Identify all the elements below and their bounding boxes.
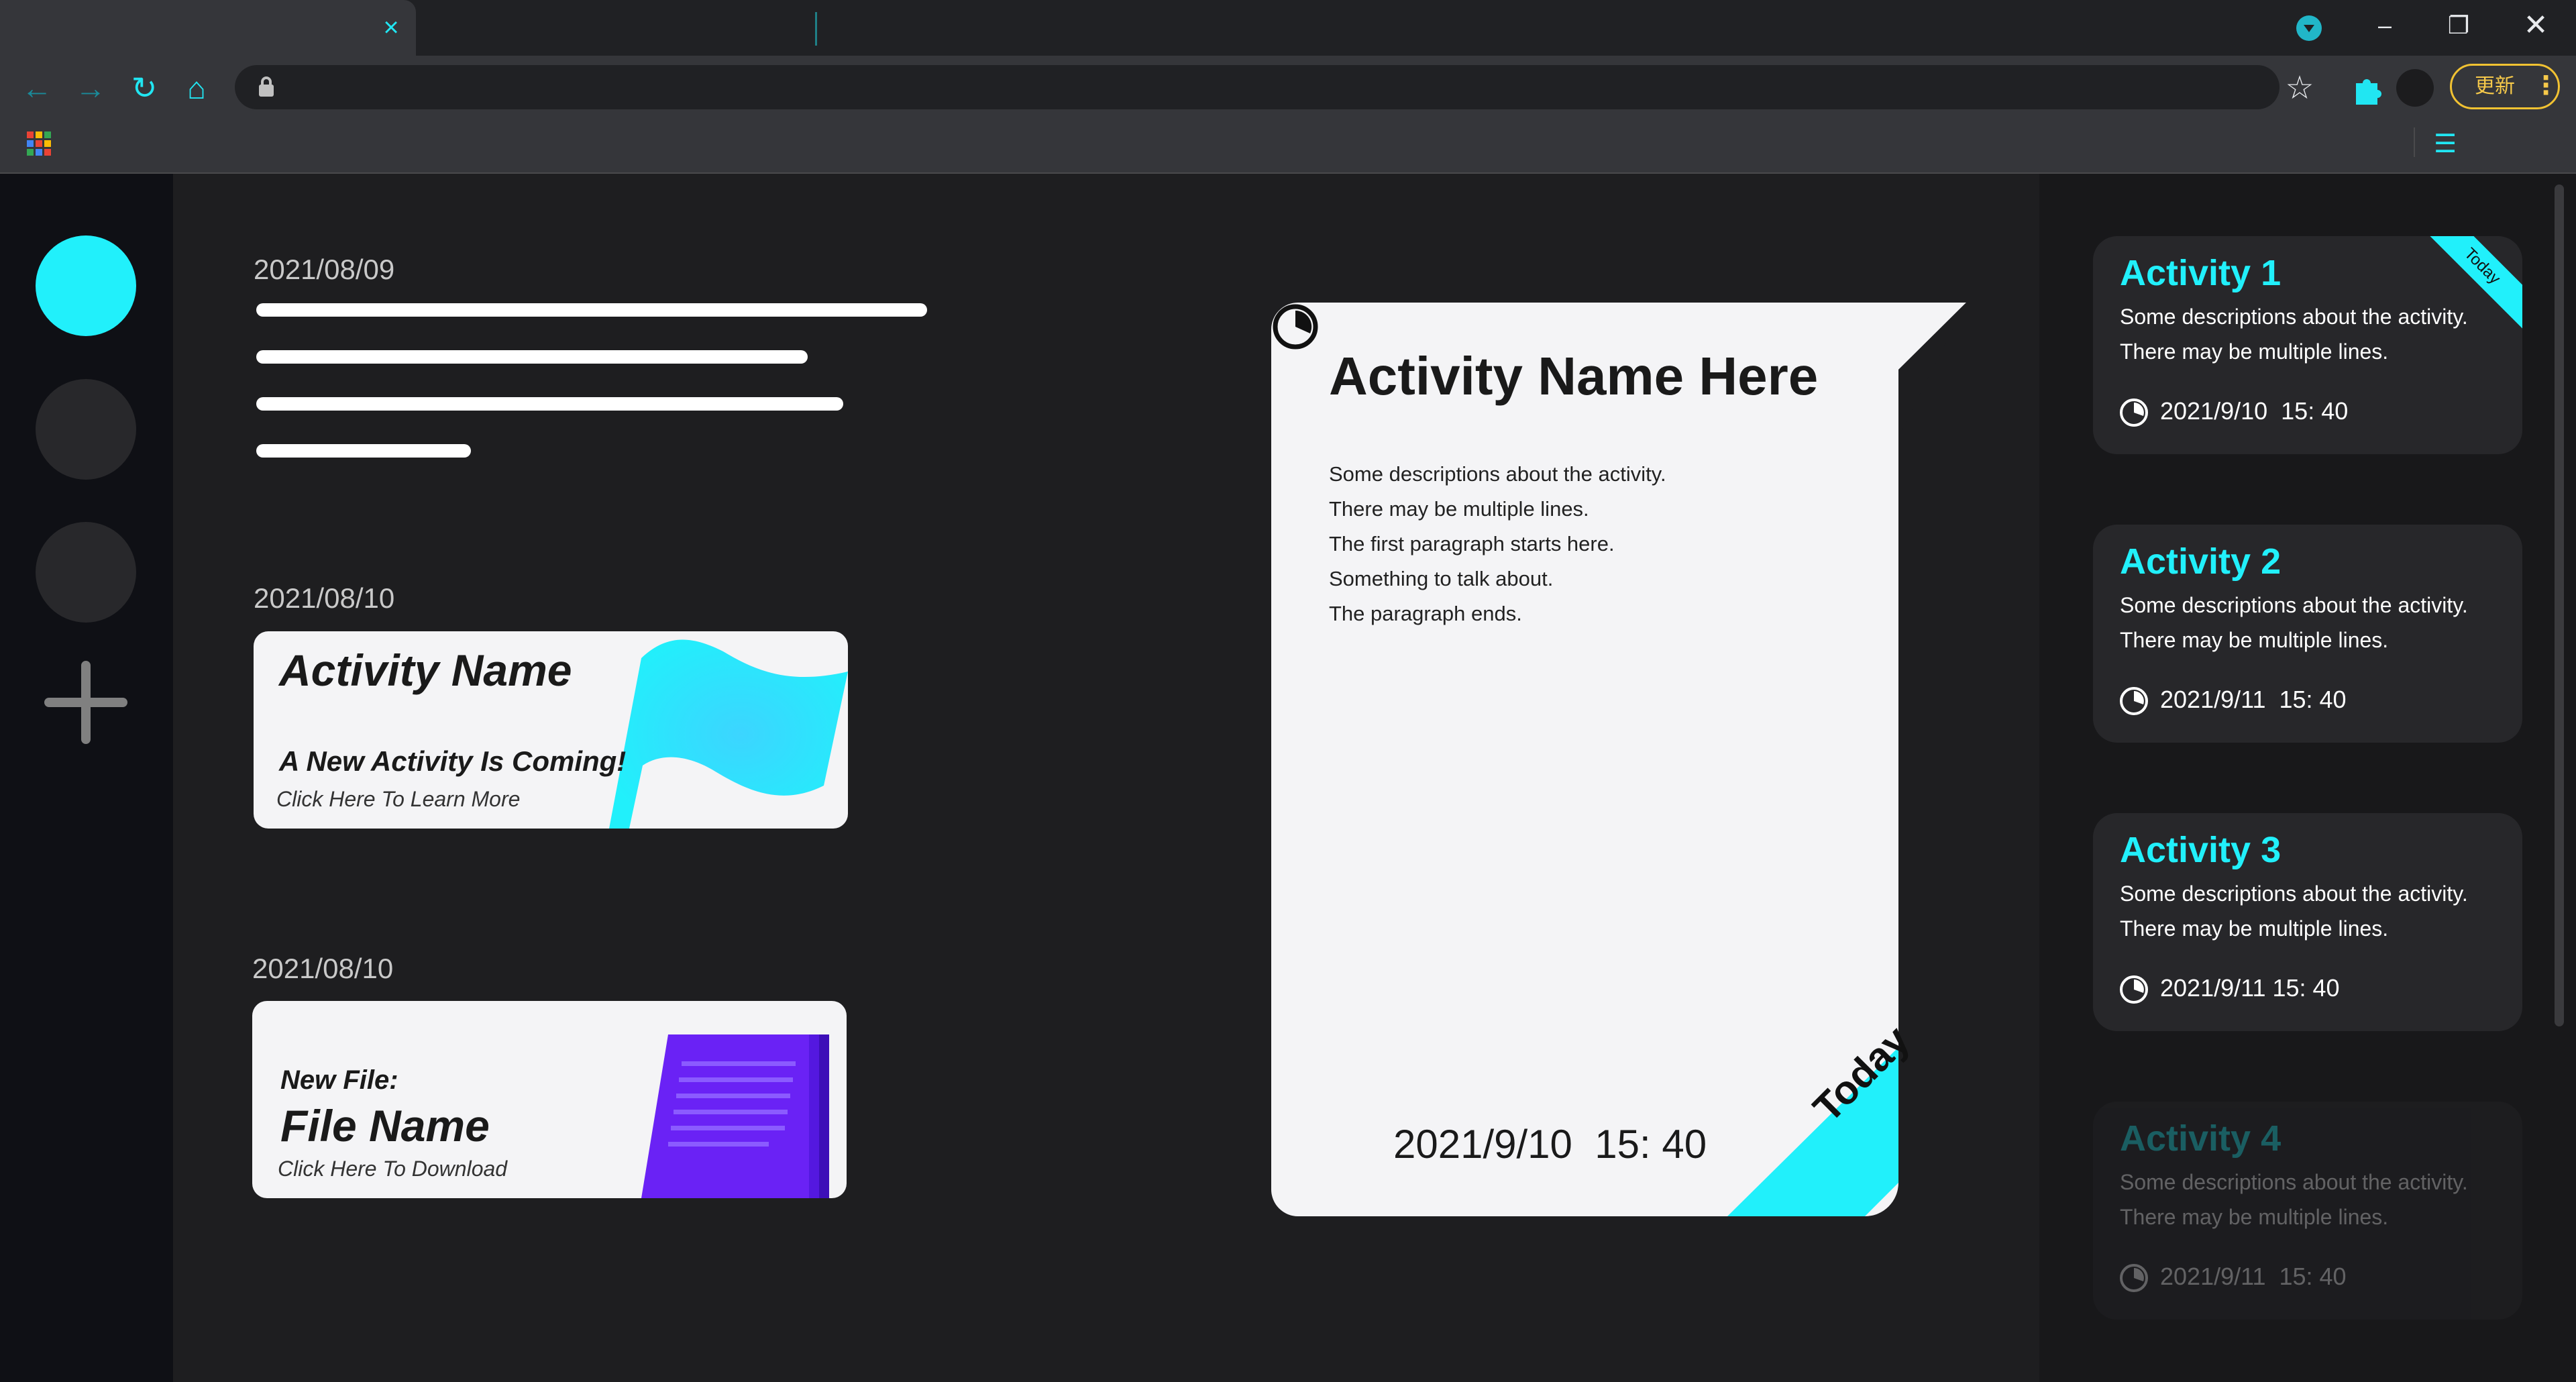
text-placeholder-line <box>256 350 808 364</box>
window-maximize-button[interactable]: ❐ <box>2418 0 2499 56</box>
apps-dot <box>27 149 34 156</box>
scrollbar[interactable] <box>2555 184 2564 1026</box>
activity-time: 2021/9/11 15: 40 <box>2160 686 2347 713</box>
promo-activity-subtitle: A New Activity Is Coming! <box>279 745 627 777</box>
activity-promo-card[interactable]: Activity Name A New Activity Is Coming! … <box>254 631 848 829</box>
apps-dot <box>44 140 51 147</box>
apps-dot <box>44 149 51 156</box>
activity-desc-line: There may be multiple lines. <box>2120 916 2389 941</box>
promo-activity-title: Activity Name <box>279 645 572 695</box>
activity-desc-line: There may be multiple lines. <box>2120 339 2389 364</box>
add-plus-icon[interactable] <box>44 661 127 744</box>
home-icon[interactable]: ⌂ <box>173 66 220 110</box>
detail-line: The paragraph ends. <box>1329 602 1522 625</box>
activity-card[interactable]: Activity 3 Some descriptions about the a… <box>2093 813 2522 1031</box>
apps-dot <box>27 131 34 138</box>
clock-icon <box>2120 398 2148 427</box>
activity-title: Activity 2 <box>2120 541 2282 582</box>
activity-card[interactable]: Activity 4 Some descriptions about the a… <box>2093 1102 2522 1320</box>
activity-description: Some descriptions about the activity. Th… <box>2120 876 2468 946</box>
promo-file-title: File Name <box>280 1101 490 1151</box>
feed-date: 2021/08/10 <box>254 582 395 614</box>
activity-desc-line: Some descriptions about the activity. <box>2120 305 2468 329</box>
promo-file-label: New File: <box>280 1065 398 1095</box>
detail-line: Some descriptions about the activity. <box>1329 462 1666 486</box>
learn-more-link[interactable]: Click Here To Learn More <box>276 787 520 812</box>
reload-icon[interactable]: ↻ <box>121 66 168 110</box>
feed-date: 2021/08/10 <box>252 953 394 984</box>
activity-desc-line: Some descriptions about the activity. <box>2120 1170 2468 1194</box>
rail-item[interactable] <box>36 379 136 480</box>
clock-icon <box>2120 975 2148 1004</box>
activity-card[interactable]: Today Activity 1 Some descriptions about… <box>2093 236 2522 454</box>
detail-line: Something to talk about. <box>1329 567 1554 590</box>
detail-title: Activity Name Here <box>1329 346 1819 406</box>
active-tab[interactable] <box>0 0 416 56</box>
back-arrow-icon[interactable]: ← <box>13 66 60 110</box>
activity-title: Activity 3 <box>2120 830 2282 870</box>
text-placeholder-line <box>256 303 927 317</box>
activity-desc-line: There may be multiple lines. <box>2120 1205 2389 1229</box>
activity-description: Some descriptions about the activity. Th… <box>2120 1165 2468 1234</box>
bookmarks-separator <box>2414 127 2415 157</box>
bookmarks-bar <box>0 120 2576 174</box>
clock-icon <box>1273 304 1318 350</box>
activity-detail-card[interactable]: Activity Name Here Some descriptions abo… <box>1271 303 1966 1216</box>
clock-icon <box>2120 1264 2148 1292</box>
file-promo-card[interactable]: New File: File Name Click Here To Downlo… <box>252 1001 847 1198</box>
rail-item-active[interactable] <box>36 235 136 336</box>
document-stack-icon <box>641 1034 829 1198</box>
text-placeholder-line <box>256 444 471 458</box>
detail-line: There may be multiple lines. <box>1329 497 1589 521</box>
window-minimize-button[interactable]: – <box>2345 0 2425 56</box>
activity-title: Activity 1 <box>2120 253 2282 293</box>
apps-dot <box>44 131 51 138</box>
activity-desc-line: Some descriptions about the activity. <box>2120 593 2468 617</box>
detail-description: Some descriptions about the activity. Th… <box>1329 457 1799 631</box>
extensions-puzzle-icon[interactable] <box>2347 70 2387 107</box>
forward-arrow-icon[interactable]: → <box>67 66 114 110</box>
activity-desc-line: Some descriptions about the activity. <box>2120 882 2468 906</box>
activity-description: Some descriptions about the activity. Th… <box>2120 299 2468 369</box>
activity-time: 2021/9/11 15: 40 <box>2160 1263 2347 1290</box>
more-menu-icon[interactable]: ⋮ <box>2533 67 2559 105</box>
profile-avatar[interactable] <box>2396 69 2434 107</box>
window-close-button[interactable]: ✕ <box>2496 0 2576 56</box>
bookmark-star-icon[interactable]: ☆ <box>2279 70 2320 107</box>
download-link[interactable]: Click Here To Download <box>278 1157 507 1181</box>
activity-title: Activity 4 <box>2120 1118 2282 1159</box>
activity-description: Some descriptions about the activity. Th… <box>2120 588 2468 657</box>
reading-list-icon[interactable]: ☰ <box>2428 127 2462 161</box>
address-bar[interactable] <box>235 65 2279 109</box>
apps-dot <box>36 131 42 138</box>
detail-line: The first paragraph starts here. <box>1329 532 1615 555</box>
apps-dot <box>27 140 34 147</box>
lock-icon <box>259 76 274 97</box>
feed-date: 2021/08/09 <box>254 254 395 285</box>
activity-desc-line: There may be multiple lines. <box>2120 628 2389 652</box>
rail-item[interactable] <box>36 522 136 623</box>
apps-dot <box>36 140 42 147</box>
activity-card[interactable]: Activity 2 Some descriptions about the a… <box>2093 525 2522 743</box>
tab-search-icon[interactable] <box>2296 15 2322 41</box>
activity-time: 2021/9/10 15: 40 <box>2160 397 2349 425</box>
flag-icon <box>609 639 848 829</box>
activity-time: 2021/9/11 15: 40 <box>2160 974 2340 1002</box>
text-placeholder-line <box>256 397 843 411</box>
clock-icon <box>2120 687 2148 715</box>
tab-close-icon[interactable]: × <box>376 12 407 43</box>
tab-separator <box>815 12 817 46</box>
apps-grid-icon[interactable] <box>27 131 51 156</box>
apps-dot <box>36 149 42 156</box>
detail-time: 2021/9/10 15: 40 <box>1393 1122 1707 1167</box>
left-navigation-rail <box>0 174 173 1382</box>
